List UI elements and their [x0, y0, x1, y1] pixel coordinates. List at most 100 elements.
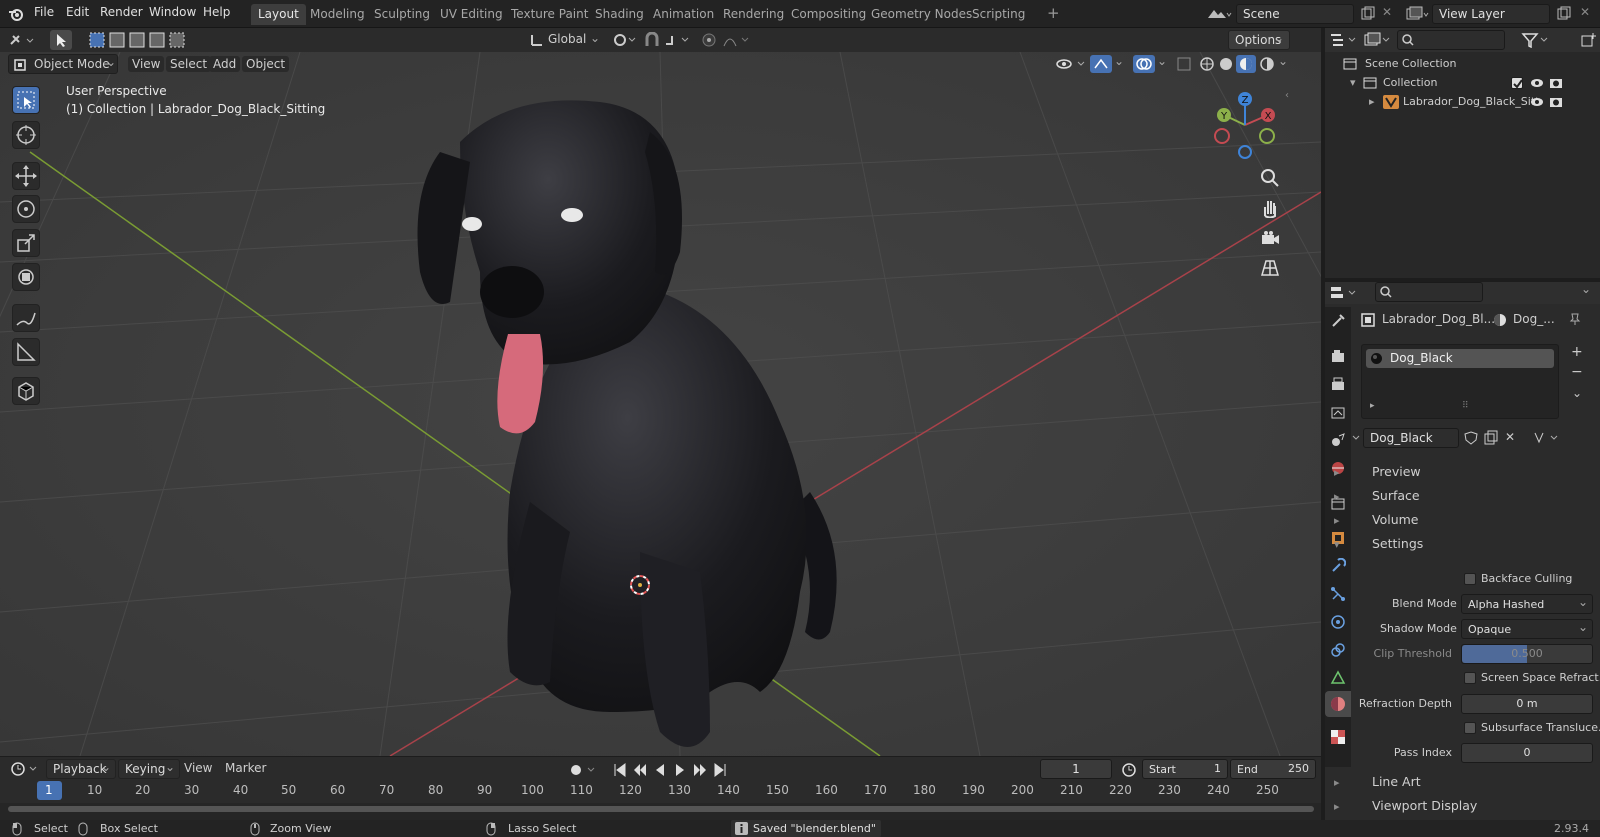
- scene-collection-label[interactable]: Scene Collection: [1365, 57, 1456, 70]
- proportional-editing-icon[interactable]: [700, 32, 718, 48]
- eye-icon[interactable]: [1530, 76, 1544, 90]
- remove-slot-icon[interactable]: −: [1571, 364, 1583, 380]
- scene-tab-icon[interactable]: [1330, 432, 1346, 448]
- resize-grip-icon[interactable]: ⠿: [1462, 401, 1469, 411]
- properties-search-field[interactable]: [1375, 282, 1483, 302]
- view-layer-tab-icon[interactable]: [1330, 404, 1346, 420]
- add-cube-tool[interactable]: [12, 377, 40, 405]
- select-mode-new-icon[interactable]: [88, 31, 106, 49]
- expand-collection-icon[interactable]: ▾: [1350, 76, 1356, 89]
- camera-render-icon[interactable]: [1549, 95, 1563, 109]
- collection-exclude-checkbox[interactable]: [1511, 77, 1523, 89]
- chevron-down-icon[interactable]: ⌄: [1157, 54, 1167, 68]
- timeline-marker-menu[interactable]: Marker: [225, 761, 266, 775]
- select-mode-intersect-icon[interactable]: [168, 31, 186, 49]
- menu-render[interactable]: Render: [100, 5, 143, 19]
- pan-hand-icon[interactable]: [1260, 198, 1280, 218]
- xray-toggle-icon[interactable]: [1177, 57, 1191, 71]
- blend-mode-dropdown[interactable]: Alpha Hashed ⌄: [1461, 594, 1593, 614]
- viewport-menu-object[interactable]: Object: [242, 56, 290, 72]
- modifier-tab-icon[interactable]: [1330, 558, 1346, 574]
- tool-tab-icon[interactable]: [1330, 313, 1346, 329]
- gizmo-toggle[interactable]: [1090, 55, 1112, 73]
- tab-sculpting[interactable]: Sculpting: [367, 4, 437, 25]
- 3d-viewport[interactable]: User Perspective (1) Collection | Labrad…: [0, 52, 1321, 756]
- fake-user-shield-icon[interactable]: [1463, 430, 1479, 446]
- constraints-tab-icon[interactable]: [1330, 642, 1346, 658]
- clip-threshold-slider[interactable]: 0.500: [1461, 644, 1593, 664]
- annotate-tool[interactable]: [12, 304, 40, 332]
- viewport-menu-select[interactable]: Select: [166, 56, 212, 72]
- navigation-gizmo[interactable]: X Y Z: [1210, 90, 1280, 160]
- menu-help[interactable]: Help: [203, 5, 230, 19]
- dog-model[interactable]: [380, 72, 900, 752]
- new-collection-icon[interactable]: [1581, 32, 1597, 48]
- section-settings[interactable]: Settings: [1372, 536, 1423, 551]
- camera-render-icon[interactable]: [1549, 76, 1563, 90]
- shadow-mode-dropdown[interactable]: Opaque ⌄: [1461, 619, 1593, 639]
- timeline-scrollbar[interactable]: [8, 806, 1314, 812]
- screen-space-refraction-checkbox[interactable]: [1464, 672, 1476, 684]
- properties-editor-type-icon[interactable]: [1329, 285, 1359, 301]
- collection-label[interactable]: Collection: [1383, 76, 1437, 89]
- select-mode-invert-icon[interactable]: [148, 31, 166, 49]
- section-viewport-display[interactable]: Viewport Display: [1372, 798, 1477, 813]
- tab-compositing[interactable]: Compositing: [784, 4, 873, 25]
- add-workspace-icon[interactable]: +: [1047, 4, 1060, 22]
- preview-range-clock-icon[interactable]: [1121, 762, 1137, 778]
- timeline-view-menu[interactable]: View: [184, 761, 212, 775]
- rotate-tool[interactable]: [12, 195, 40, 223]
- viewport-menu-view[interactable]: View: [128, 56, 165, 72]
- material-tab[interactable]: [1325, 691, 1351, 717]
- select-mode-extend-icon[interactable]: [108, 31, 126, 49]
- tab-texture-paint[interactable]: Texture Paint: [504, 4, 595, 25]
- remove-view-layer-icon[interactable]: ✕: [1580, 5, 1590, 19]
- filter-icon[interactable]: [1521, 32, 1551, 48]
- node-tree-icon[interactable]: [1533, 430, 1561, 446]
- play-reverse-icon[interactable]: [652, 762, 668, 778]
- expand-slot-icon[interactable]: ▸: [1370, 401, 1375, 411]
- shading-rendered-icon[interactable]: [1259, 56, 1275, 72]
- subsurface-translucency-checkbox[interactable]: [1464, 722, 1476, 734]
- tab-modeling[interactable]: Modeling: [303, 4, 372, 25]
- display-mode-icon[interactable]: [1363, 32, 1393, 48]
- snap-icon[interactable]: [644, 32, 662, 48]
- refraction-depth-field[interactable]: 0 m: [1461, 694, 1593, 714]
- duplicate-view-layer-icon[interactable]: [1557, 6, 1571, 20]
- backface-culling-checkbox[interactable]: [1464, 573, 1476, 585]
- menu-file[interactable]: File: [34, 5, 54, 19]
- cursor-tool[interactable]: [12, 121, 40, 149]
- sidebar-toggle-icon[interactable]: ‹: [1285, 90, 1289, 101]
- section-preview[interactable]: Preview: [1372, 464, 1421, 479]
- tab-animation[interactable]: Animation: [646, 4, 721, 25]
- material-slot-item[interactable]: Dog_Black: [1366, 349, 1554, 368]
- particles-tab-icon[interactable]: [1330, 586, 1346, 602]
- tab-rendering[interactable]: Rendering: [716, 4, 791, 25]
- expand-object-icon[interactable]: ▸: [1369, 95, 1375, 108]
- shading-wireframe-icon[interactable]: [1199, 56, 1215, 72]
- material-name-field[interactable]: Dog_Black: [1363, 428, 1459, 448]
- pivot-point-icon[interactable]: [612, 32, 638, 48]
- add-slot-icon[interactable]: +: [1571, 344, 1583, 360]
- output-tab-icon[interactable]: [1330, 376, 1346, 392]
- tab-shading[interactable]: Shading: [588, 4, 651, 25]
- render-tab-icon[interactable]: [1330, 348, 1346, 364]
- auto-keying-icon[interactable]: [568, 762, 602, 778]
- perspective-toggle-icon[interactable]: [1260, 258, 1280, 278]
- tab-uv-editing[interactable]: UV Editing: [433, 4, 510, 25]
- menu-window[interactable]: Window: [149, 5, 196, 19]
- material-slot-list[interactable]: Dog_Black ▸ ⠿: [1361, 344, 1559, 419]
- section-surface[interactable]: Surface: [1372, 488, 1420, 503]
- keying-menu[interactable]: Keying ⌄: [118, 759, 180, 779]
- remove-scene-icon[interactable]: ✕: [1382, 5, 1392, 19]
- select-box-tool[interactable]: [12, 86, 40, 114]
- shading-material-preview-icon[interactable]: [1236, 55, 1256, 73]
- visibility-selectability-icon[interactable]: [1056, 56, 1088, 72]
- outliner-editor-type-icon[interactable]: [1329, 32, 1359, 48]
- tab-scripting[interactable]: Scripting: [965, 4, 1032, 25]
- zoom-icon[interactable]: [1260, 168, 1280, 188]
- scale-tool[interactable]: [12, 229, 40, 257]
- mesh-data-tab-icon[interactable]: [1330, 670, 1346, 686]
- scene-name-field[interactable]: Scene: [1236, 4, 1354, 24]
- status-report-box[interactable]: Saved "blender.blend": [731, 820, 881, 837]
